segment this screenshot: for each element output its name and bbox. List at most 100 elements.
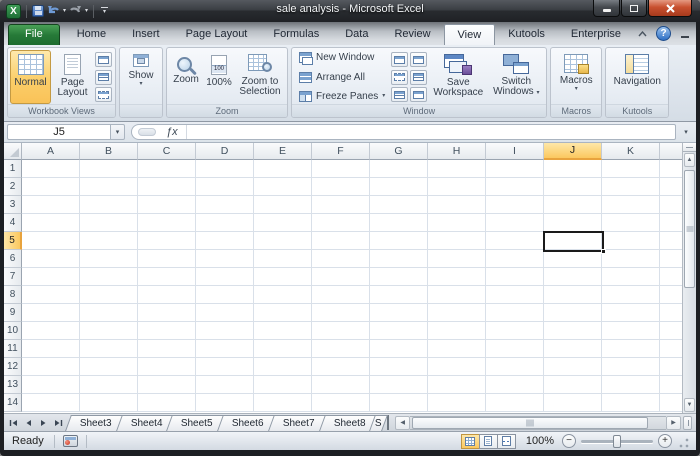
cell-H12[interactable]	[428, 358, 486, 376]
workbook-minimize-button[interactable]	[677, 27, 693, 41]
last-sheet-button[interactable]	[51, 416, 65, 430]
cell-K3[interactable]	[602, 196, 660, 214]
row-header-7[interactable]: 7	[4, 268, 22, 286]
cell-K2[interactable]	[602, 178, 660, 196]
cell-E1[interactable]	[254, 160, 312, 178]
cell-partial-6[interactable]	[660, 250, 682, 268]
cell-G14[interactable]	[370, 394, 428, 412]
tab-enterprise[interactable]: Enterprise	[558, 24, 634, 45]
unhide-button[interactable]	[391, 87, 409, 102]
cell-C1[interactable]	[138, 160, 196, 178]
hide-button[interactable]	[391, 69, 409, 85]
cell-C9[interactable]	[138, 304, 196, 322]
selected-cell-outline[interactable]	[543, 231, 606, 254]
cell-I6[interactable]	[486, 250, 544, 268]
redo-icon[interactable]	[69, 5, 82, 17]
cell-H14[interactable]	[428, 394, 486, 412]
cell-K1[interactable]	[602, 160, 660, 178]
vertical-scroll-track[interactable]	[684, 168, 695, 397]
cell-F7[interactable]	[312, 268, 370, 286]
horizontal-scroll-track[interactable]	[410, 415, 666, 430]
cell-A3[interactable]	[22, 196, 80, 214]
name-box-dropdown[interactable]: ▾	[110, 124, 125, 140]
column-header-partial[interactable]	[660, 143, 682, 160]
expand-formula-bar-button[interactable]: ▾	[679, 124, 693, 140]
cell-D10[interactable]	[196, 322, 254, 340]
cell-B3[interactable]	[80, 196, 138, 214]
synchronous-scrolling-button[interactable]	[410, 69, 428, 85]
cell-B9[interactable]	[80, 304, 138, 322]
resize-grip-icon[interactable]	[678, 437, 690, 449]
help-icon[interactable]: ?	[656, 26, 672, 41]
cell-D2[interactable]	[196, 178, 254, 196]
cell-D9[interactable]	[196, 304, 254, 322]
cell-K4[interactable]	[602, 214, 660, 232]
view-normal-button[interactable]	[460, 433, 480, 449]
cell-B2[interactable]	[80, 178, 138, 196]
cell-partial-7[interactable]	[660, 268, 682, 286]
row-header-3[interactable]: 3	[4, 196, 22, 214]
collapse-ribbon-icon[interactable]	[634, 27, 650, 41]
cell-F13[interactable]	[312, 376, 370, 394]
full-screen-button[interactable]	[95, 87, 112, 102]
show-button[interactable]: Show ▾	[122, 50, 160, 104]
next-sheet-button[interactable]	[36, 416, 50, 430]
reset-window-position-button[interactable]	[410, 87, 428, 102]
insert-function-button[interactable]: ƒx	[164, 125, 187, 139]
cell-J11[interactable]	[544, 340, 602, 358]
cell-D7[interactable]	[196, 268, 254, 286]
cell-B1[interactable]	[80, 160, 138, 178]
cell-D1[interactable]	[196, 160, 254, 178]
view-side-by-side-button[interactable]	[410, 52, 428, 67]
undo-dropdown-icon[interactable]: ▾	[63, 8, 66, 14]
cell-B8[interactable]	[80, 286, 138, 304]
column-header-a[interactable]: A	[22, 143, 80, 160]
cell-E13[interactable]	[254, 376, 312, 394]
tab-page-layout[interactable]: Page Layout	[173, 24, 261, 45]
column-header-g[interactable]: G	[370, 143, 428, 160]
row-header-2[interactable]: 2	[4, 178, 22, 196]
view-page-layout-button[interactable]	[478, 433, 498, 449]
cell-partial-2[interactable]	[660, 178, 682, 196]
cell-G1[interactable]	[370, 160, 428, 178]
cell-E4[interactable]	[254, 214, 312, 232]
macro-record-icon[interactable]	[62, 435, 78, 447]
column-header-c[interactable]: C	[138, 143, 196, 160]
cell-F5[interactable]	[312, 232, 370, 250]
cell-I1[interactable]	[486, 160, 544, 178]
cell-J2[interactable]	[544, 178, 602, 196]
cell-I5[interactable]	[486, 232, 544, 250]
zoom-out-button[interactable]: −	[562, 434, 576, 448]
cell-H10[interactable]	[428, 322, 486, 340]
cell-A12[interactable]	[22, 358, 80, 376]
cell-B12[interactable]	[80, 358, 138, 376]
cell-G3[interactable]	[370, 196, 428, 214]
cell-C5[interactable]	[138, 232, 196, 250]
scroll-up-button[interactable]: ▲	[684, 153, 695, 167]
vertical-scroll-thumb[interactable]	[684, 170, 695, 288]
cell-D14[interactable]	[196, 394, 254, 412]
first-sheet-button[interactable]	[6, 416, 20, 430]
cell-G12[interactable]	[370, 358, 428, 376]
cell-A8[interactable]	[22, 286, 80, 304]
cell-H11[interactable]	[428, 340, 486, 358]
close-button[interactable]	[648, 0, 692, 17]
cell-I12[interactable]	[486, 358, 544, 376]
name-box[interactable]: J5	[7, 124, 110, 140]
cell-partial-12[interactable]	[660, 358, 682, 376]
cell-H4[interactable]	[428, 214, 486, 232]
cell-F11[interactable]	[312, 340, 370, 358]
column-header-j[interactable]: J	[544, 143, 602, 160]
cell-H5[interactable]	[428, 232, 486, 250]
cell-D13[interactable]	[196, 376, 254, 394]
cell-G13[interactable]	[370, 376, 428, 394]
fill-handle[interactable]	[601, 249, 606, 254]
cell-F3[interactable]	[312, 196, 370, 214]
column-header-e[interactable]: E	[254, 143, 312, 160]
maximize-button[interactable]	[621, 0, 647, 17]
cell-J7[interactable]	[544, 268, 602, 286]
cell-E6[interactable]	[254, 250, 312, 268]
cell-F9[interactable]	[312, 304, 370, 322]
previous-sheet-button[interactable]	[21, 416, 35, 430]
cell-D11[interactable]	[196, 340, 254, 358]
